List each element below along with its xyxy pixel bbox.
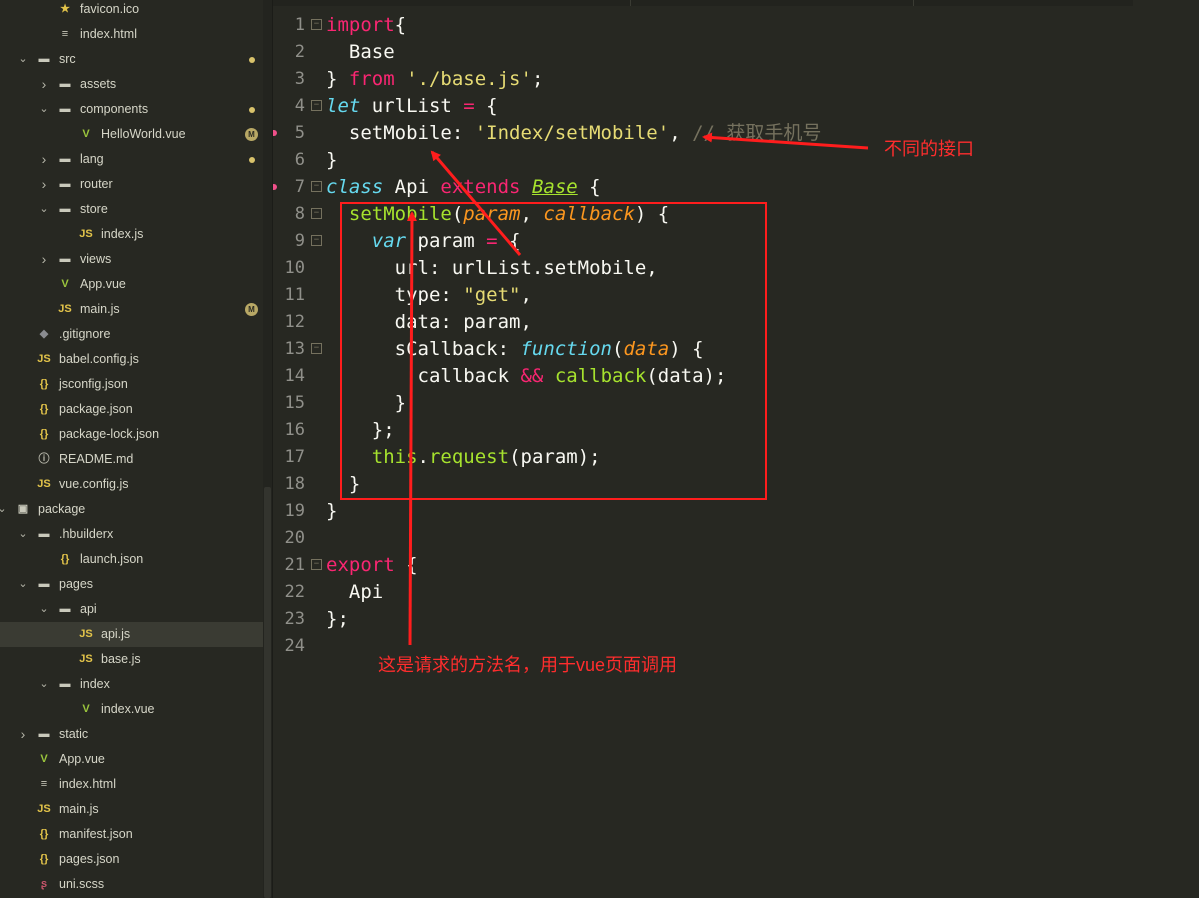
arrow-to-urllist-key [430,150,522,256]
arrow-to-comment [702,132,869,150]
annotation-arrows [406,132,869,646]
arrow-to-method [406,211,417,646]
